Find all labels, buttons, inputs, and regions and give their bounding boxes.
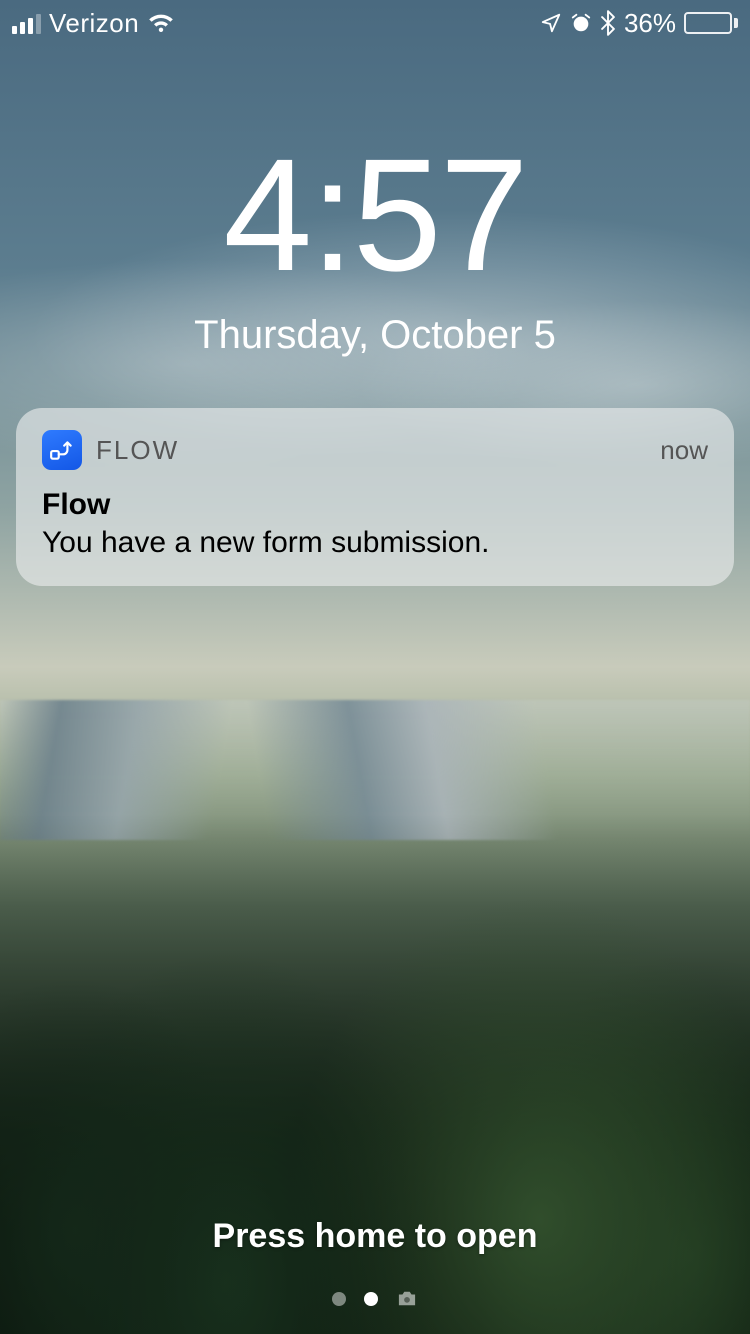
wallpaper-trees <box>0 814 750 1334</box>
notification-message: You have a new form submission. <box>42 526 708 560</box>
status-bar-right: 36% <box>540 8 738 39</box>
location-arrow-icon <box>540 12 562 34</box>
alarm-clock-icon <box>570 12 592 34</box>
flow-app-icon <box>42 430 82 470</box>
clock-date: Thursday, October 5 <box>0 313 750 358</box>
status-bar-left: Verizon <box>12 8 175 39</box>
wifi-icon <box>147 12 175 34</box>
page-dot-widgets[interactable] <box>332 1292 346 1306</box>
notification-app-label: FLOW <box>96 435 179 466</box>
notification-title: Flow <box>42 488 708 522</box>
notification-body: Flow You have a new form submission. <box>42 488 708 560</box>
carrier-label: Verizon <box>49 8 139 39</box>
notification-app: FLOW <box>42 430 179 470</box>
clock-block: 4:57 Thursday, October 5 <box>0 135 750 358</box>
battery-percent-label: 36% <box>624 8 676 39</box>
notification-timestamp: now <box>660 435 708 466</box>
page-dot-main[interactable] <box>364 1292 378 1306</box>
clock-time: 4:57 <box>0 135 750 295</box>
battery-icon <box>684 12 738 34</box>
notification-header: FLOW now <box>42 430 708 470</box>
notification-card[interactable]: FLOW now Flow You have a new form submis… <box>16 408 734 586</box>
unlock-hint: Press home to open <box>0 1217 750 1256</box>
page-indicator[interactable] <box>0 1290 750 1308</box>
lock-screen: Verizon 36% <box>0 0 750 1334</box>
bluetooth-icon <box>600 10 616 36</box>
wallpaper-mountains <box>0 700 750 840</box>
camera-shortcut-icon[interactable] <box>396 1290 418 1308</box>
cellular-signal-icon <box>12 12 41 34</box>
status-bar: Verizon 36% <box>0 0 750 40</box>
